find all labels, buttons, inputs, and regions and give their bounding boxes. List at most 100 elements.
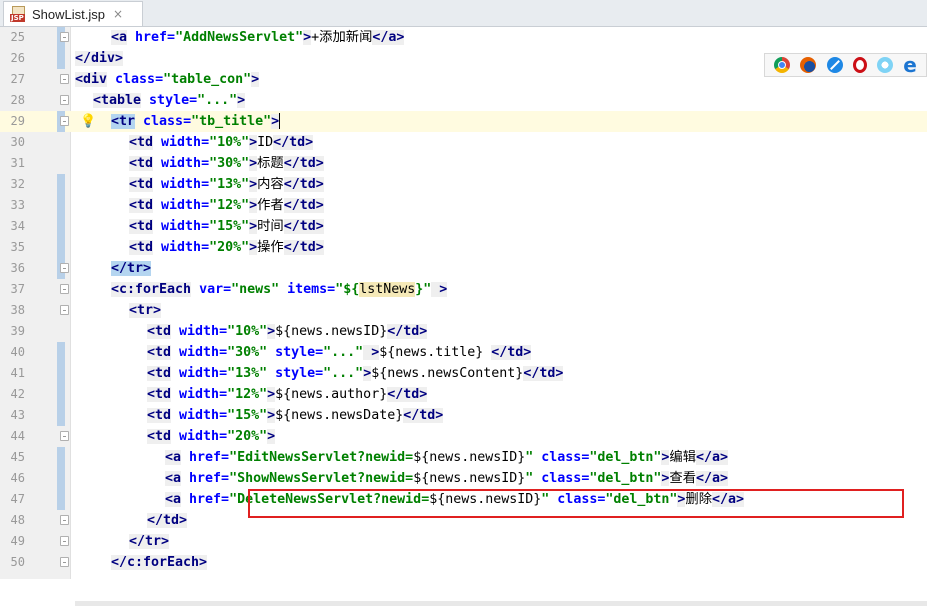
code-token: class= xyxy=(135,114,192,129)
code-token: "tb_title" xyxy=(191,114,272,129)
fold-icon[interactable] xyxy=(60,305,69,315)
code-line[interactable]: 42 <td width="12%">${news.author}</td> xyxy=(0,384,927,405)
code-line[interactable]: 28 <table style="..."> xyxy=(0,90,927,111)
code-line[interactable]: 38 <tr> xyxy=(0,300,927,321)
code-line[interactable]: 31 <td width="30%">标题</td> xyxy=(0,153,927,174)
code-line[interactable]: 44 <td width="20%"> xyxy=(0,426,927,447)
code-token: </td> xyxy=(283,156,324,171)
code-line[interactable]: 45 <a href="EditNewsServlet?newid=${news.… xyxy=(0,447,927,468)
fold-icon[interactable] xyxy=(60,95,69,105)
opera-icon[interactable] xyxy=(852,57,867,73)
code-token: "15%" xyxy=(209,219,250,234)
change-marker xyxy=(57,447,65,468)
code-token: }" xyxy=(415,282,432,297)
fold-icon[interactable] xyxy=(60,74,69,84)
code-line[interactable]: 30 <td width="10%">ID</td> xyxy=(0,132,927,153)
code-token: 作者 xyxy=(257,198,284,213)
change-marker xyxy=(57,405,65,426)
chrome-icon[interactable] xyxy=(774,57,791,73)
code-token: </a> xyxy=(696,450,729,465)
firefox-icon[interactable] xyxy=(800,57,817,73)
change-marker xyxy=(57,363,65,384)
fold-icon[interactable] xyxy=(60,284,69,294)
code-token: "20%" xyxy=(227,429,268,444)
line-number: 39 xyxy=(10,324,25,338)
code-text: </c:forEach> xyxy=(111,552,208,573)
code-text: <td width="15%">${news.newsDate}</td> xyxy=(147,405,444,426)
code-text: <a href="AddNewsServlet">+添加新闻</a> xyxy=(111,27,405,48)
change-marker xyxy=(57,384,65,405)
code-line[interactable]: 46 <a href="ShowNewsServlet?newid=${news.… xyxy=(0,468,927,489)
code-line[interactable]: 50 </c:forEach> xyxy=(0,552,927,573)
code-token: <table xyxy=(93,93,142,108)
code-token: 标题 xyxy=(257,156,284,171)
code-line[interactable]: 40 <td width="30%" style="..." >${news.ti… xyxy=(0,342,927,363)
code-line[interactable]: 34 <td width="15%">时间</td> xyxy=(0,216,927,237)
code-token: style= xyxy=(267,345,324,360)
change-marker xyxy=(57,489,65,510)
edge-icon[interactable]: e xyxy=(903,55,917,75)
code-token: width= xyxy=(171,366,228,381)
tab-showlist-jsp[interactable]: JSP ShowList.jsp × xyxy=(3,1,143,26)
code-token: href= xyxy=(181,471,230,486)
code-token: > xyxy=(267,429,276,444)
fold-icon[interactable] xyxy=(60,557,69,567)
code-text: <td width="15%">时间</td> xyxy=(129,216,324,237)
fold-icon[interactable] xyxy=(60,116,69,126)
line-number: 38 xyxy=(10,303,25,317)
code-line[interactable]: 35 <td width="20%">操作</td> xyxy=(0,237,927,258)
code-token: ${news.newsID} xyxy=(413,471,526,486)
code-text: <td width="30%" style="..." >${news.titl… xyxy=(147,342,532,363)
code-token: </td> xyxy=(273,135,314,150)
line-number: 47 xyxy=(10,492,25,506)
code-token: </td> xyxy=(283,177,324,192)
code-line[interactable]: 33 <td width="12%">作者</td> xyxy=(0,195,927,216)
code-line[interactable]: 49 </tr> xyxy=(0,531,927,552)
line-number: 48 xyxy=(10,513,25,527)
code-token: "13%" xyxy=(227,366,268,381)
code-token: "30%" xyxy=(209,156,250,171)
code-line[interactable]: 29 💡 <tr class="tb_title"> xyxy=(0,111,927,132)
code-line[interactable]: 32 <td width="13%">内容</td> xyxy=(0,174,927,195)
code-token: <tr> xyxy=(129,303,162,318)
ie9-icon[interactable] xyxy=(877,57,894,73)
code-token: width= xyxy=(153,240,210,255)
fold-icon[interactable] xyxy=(60,536,69,546)
fold-icon[interactable] xyxy=(60,32,69,42)
code-token: > xyxy=(431,282,448,297)
lightbulb-icon[interactable]: 💡 xyxy=(80,113,96,130)
code-line[interactable]: 43 <td width="15%">${news.newsDate}</td> xyxy=(0,405,927,426)
line-number: 32 xyxy=(10,177,25,191)
line-number: 36 xyxy=(10,261,25,275)
code-token: </c:forEach> xyxy=(111,555,208,570)
code-token: "news" xyxy=(231,282,280,297)
line-number: 25 xyxy=(10,30,25,44)
code-token: > xyxy=(267,408,276,423)
line-number: 49 xyxy=(10,534,25,548)
code-token: href= xyxy=(127,30,176,45)
code-token: </td> xyxy=(147,513,188,528)
code-text: </div> xyxy=(75,48,124,69)
code-token: width= xyxy=(153,198,210,213)
code-token: width= xyxy=(171,429,228,444)
close-icon[interactable]: × xyxy=(113,7,123,21)
code-token: href= xyxy=(181,492,230,507)
fold-icon[interactable] xyxy=(60,263,69,273)
fold-icon[interactable] xyxy=(60,431,69,441)
fold-icon[interactable] xyxy=(60,515,69,525)
code-token: ${news.newsID} xyxy=(275,324,388,339)
code-token: "12%" xyxy=(209,198,250,213)
safari-icon[interactable] xyxy=(826,57,843,73)
code-line[interactable]: 25 <a href="AddNewsServlet">+添加新闻</a> xyxy=(0,27,927,48)
change-marker xyxy=(57,237,65,258)
code-token: ${news.title} xyxy=(379,345,492,360)
editor-tab-bar: JSP ShowList.jsp × xyxy=(0,0,927,27)
code-token: "table_con" xyxy=(163,72,252,87)
code-line[interactable]: 39 <td width="10%">${news.newsID}</td> xyxy=(0,321,927,342)
code-line[interactable]: 37 <c:forEach var="news" items="${lstNews… xyxy=(0,279,927,300)
code-line[interactable]: 36 </tr> xyxy=(0,258,927,279)
horizontal-scrollbar[interactable] xyxy=(75,601,927,606)
code-token: width= xyxy=(153,177,210,192)
code-token: "${ xyxy=(335,282,360,297)
code-line[interactable]: 41 <td width="13%" style="...">${news.new… xyxy=(0,363,927,384)
